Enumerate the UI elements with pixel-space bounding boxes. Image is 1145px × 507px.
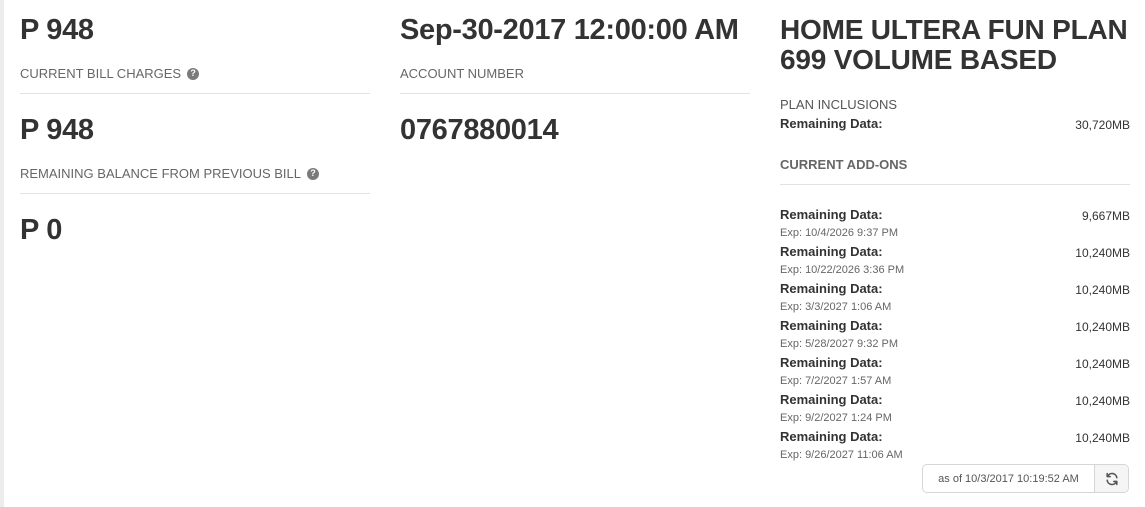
refresh-icon <box>1105 472 1118 485</box>
addon-label: Remaining Data: <box>780 392 883 407</box>
addon-expiry: Exp: 7/2/2027 1:57 AM <box>780 375 892 387</box>
addon-expiry: Exp: 5/28/2027 9:32 PM <box>780 338 899 350</box>
addon-value: 10,240MB <box>1075 357 1130 371</box>
as-of-refresh-group: as of 10/3/2017 10:19:52 AM <box>922 464 1129 493</box>
divider <box>20 93 370 94</box>
addon-value: 10,240MB <box>1075 431 1130 445</box>
statement-date: Sep-30-2017 12:00:00 AM <box>400 14 739 46</box>
addon-expiry: Exp: 9/2/2027 1:24 PM <box>780 412 892 424</box>
account-number-label: ACCOUNT NUMBER <box>400 66 524 81</box>
help-icon[interactable]: ? <box>187 67 200 80</box>
previous-bill-amount: P 0 <box>20 214 63 246</box>
divider <box>20 193 370 194</box>
current-addons-label: CURRENT ADD-ONS <box>780 157 908 172</box>
addon-value: 10,240MB <box>1075 246 1130 260</box>
addon-expiry: Exp: 3/3/2027 1:06 AM <box>780 301 892 313</box>
divider <box>400 93 750 94</box>
left-edge-bar <box>0 0 4 507</box>
addon-value: 10,240MB <box>1075 283 1130 297</box>
addon-label: Remaining Data: <box>780 355 883 370</box>
addon-expiry: Exp: 10/22/2026 3:36 PM <box>780 264 905 276</box>
plan-inclusions-label: PLAN INCLUSIONS <box>780 97 898 112</box>
divider <box>780 184 1130 185</box>
addon-expiry: Exp: 9/26/2027 11:06 AM <box>780 449 903 461</box>
help-icon[interactable]: ? <box>307 167 320 180</box>
remaining-data-value: 30,720MB <box>1075 118 1130 132</box>
remaining-balance-amount: P 948 <box>20 114 94 146</box>
current-bill-label-row: CURRENT BILL CHARGES ? <box>20 66 370 81</box>
addon-label: Remaining Data: <box>780 429 883 444</box>
addon-value: 10,240MB <box>1075 394 1130 408</box>
current-bill-amount: P 948 <box>20 14 94 46</box>
remaining-balance-label: REMAINING BALANCE FROM PREVIOUS BILL <box>20 166 302 181</box>
addon-label: Remaining Data: <box>780 318 883 333</box>
account-number: 0767880014 <box>400 114 559 146</box>
remaining-data-label: Remaining Data: <box>780 116 883 131</box>
addon-label: Remaining Data: <box>780 281 883 296</box>
addon-label: Remaining Data: <box>780 207 883 222</box>
plan-title: HOME ULTERA FUN PLAN 699 VOLUME BASED <box>780 14 1128 75</box>
addon-value: 10,240MB <box>1075 320 1130 334</box>
as-of-timestamp: as of 10/3/2017 10:19:52 AM <box>938 472 1079 485</box>
current-bill-label: CURRENT BILL CHARGES <box>20 66 182 81</box>
addon-expiry: Exp: 10/4/2026 9:37 PM <box>780 227 899 239</box>
refresh-button[interactable] <box>1094 465 1128 492</box>
addon-label: Remaining Data: <box>780 244 883 259</box>
addon-value: 9,667MB <box>1081 209 1130 223</box>
remaining-balance-label-row: REMAINING BALANCE FROM PREVIOUS BILL ? <box>20 166 370 181</box>
